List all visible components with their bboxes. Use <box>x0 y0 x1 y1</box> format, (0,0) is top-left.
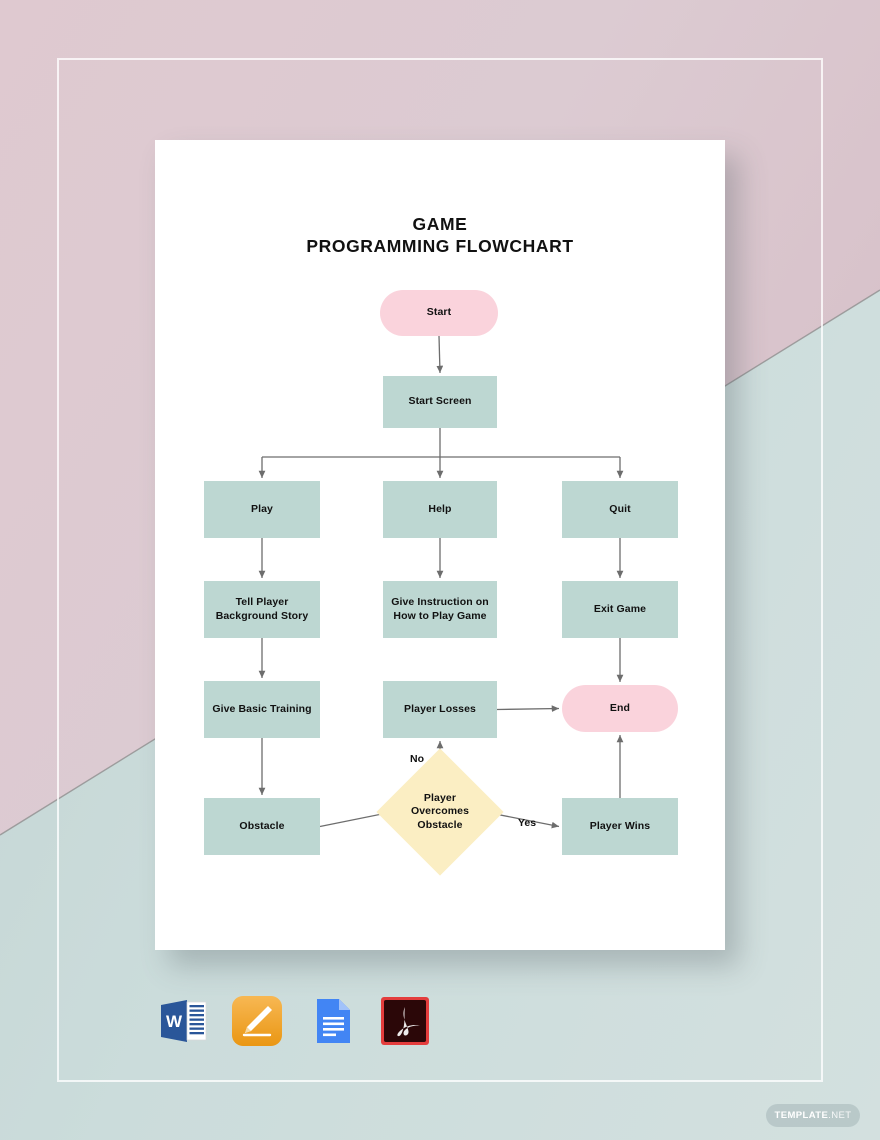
flow-node-background: Tell Player Background Story <box>204 581 320 638</box>
flow-node-exit_game: Exit Game <box>562 581 678 638</box>
flow-node-help: Help <box>383 481 497 538</box>
flow-node-obstacle: Obstacle <box>204 798 320 855</box>
flow-node-label: Play <box>251 502 273 515</box>
brand-tld: .NET <box>828 1110 852 1121</box>
flow-node-label: Help <box>428 502 452 515</box>
file-format-icons: W <box>155 993 445 1049</box>
flow-node-label: End <box>609 701 631 714</box>
flow-node-instruction: Give Instruction on How to Play Game <box>383 581 497 638</box>
flow-node-end: End <box>562 685 678 732</box>
microsoft-word-icon[interactable]: W <box>155 993 211 1049</box>
flow-node-label: Tell Player Background Story <box>215 596 309 622</box>
flow-node-play: Play <box>204 481 320 538</box>
flow-node-start: Start <box>380 290 498 336</box>
adobe-pdf-icon[interactable] <box>377 993 433 1049</box>
flow-node-decision: Player Overcomes Obstacle <box>376 748 504 876</box>
edge-label-no: No <box>410 753 424 765</box>
flow-node-label: Player Losses <box>404 702 476 715</box>
flow-node-label: Player Overcomes Obstacle <box>410 791 470 831</box>
flowchart-canvas: Start Start Screen Play Help Quit Tell Player… <box>155 140 725 950</box>
flow-node-training: Give Basic Training <box>204 681 320 738</box>
flow-connector <box>496 705 560 712</box>
flow-node-label: Start Screen <box>408 395 472 408</box>
flow-node-label: Exit Game <box>593 602 647 615</box>
flow-node-losses: Player Losses <box>383 681 497 738</box>
apple-pages-icon[interactable] <box>229 993 285 1049</box>
template-net-badge[interactable]: TEMPLATE .NET <box>766 1104 860 1127</box>
flow-node-label: Obstacle <box>239 819 285 832</box>
flow-node-label: Start <box>426 306 452 319</box>
flow-node-label: Quit <box>609 502 631 515</box>
flow-node-quit: Quit <box>562 481 678 538</box>
flow-node-wins: Player Wins <box>562 798 678 855</box>
document-page: GAME PROGRAMMING FLOWCHART Start Start Sc… <box>155 140 725 950</box>
google-docs-icon[interactable] <box>303 993 359 1049</box>
brand-name: TEMPLATE <box>774 1110 829 1121</box>
flow-connector <box>436 335 444 374</box>
svg-text:W: W <box>166 1012 183 1031</box>
flow-node-label: Give Basic Training <box>212 702 312 715</box>
flow-node-label: Give Instruction on How to Play Game <box>391 596 489 622</box>
edge-label-yes: Yes <box>518 817 537 829</box>
flow-node-label: Player Wins <box>589 819 651 832</box>
flow-node-start_screen: Start Screen <box>383 376 497 428</box>
